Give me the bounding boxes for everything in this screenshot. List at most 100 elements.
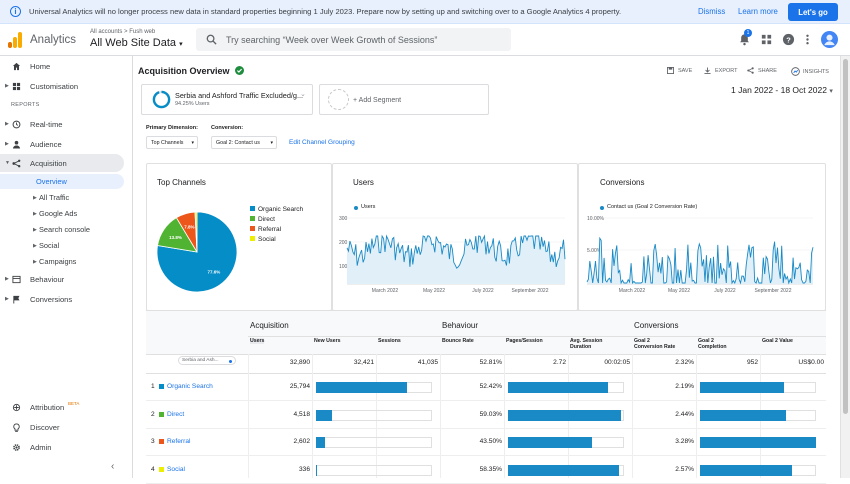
more-vert-icon[interactable] [801, 33, 814, 46]
lets-go-button[interactable]: Let's go [788, 3, 838, 21]
channel-link[interactable]: Organic Search [167, 383, 213, 390]
sidebar-item-discover[interactable]: Discover [0, 418, 124, 436]
primary-dimension-select[interactable]: Top Channels ▾ [146, 136, 198, 149]
column-header-conversion-rate[interactable]: Goal 2 Conversion Rate [634, 338, 675, 350]
caret-right-icon: ▶ [5, 296, 9, 302]
sidebar-item-all-traffic[interactable]: ▶ All Traffic [0, 190, 124, 205]
dashboard-icon [12, 82, 21, 90]
bounce-bar [508, 464, 620, 476]
column-header-users[interactable]: Users [250, 338, 265, 344]
learn-more-link[interactable]: Learn more [738, 7, 778, 16]
column-header-new-users[interactable]: New Users [314, 338, 341, 344]
save-button[interactable]: SAVE [667, 67, 692, 74]
sidebar-item-campaigns[interactable]: ▶ Campaigns [0, 254, 124, 269]
search-placeholder: Try searching “Week over Week Growth of … [226, 34, 438, 45]
pie-label: 7.8% [184, 225, 194, 230]
sidebar-item-realtime[interactable]: ▶ Real-time [0, 115, 124, 133]
property-selector[interactable]: All Web Site Data ▾ [90, 37, 183, 49]
primary-dimension-value: Top Channels [151, 139, 184, 146]
segment-chip-label: Serbia and Ash... [182, 358, 219, 363]
sidebar-item-home[interactable]: Home [0, 57, 124, 75]
column-header-avg-session-duration[interactable]: Avg. Session Duration [570, 338, 602, 350]
scrollbar-thumb[interactable] [843, 59, 848, 414]
total-gv: US$0.00 [798, 359, 824, 366]
collapse-sidebar-icon[interactable]: ‹ [111, 461, 114, 472]
x-tick-label: March 2022 [372, 288, 399, 294]
users-line-chart: 300 200 100 March 2022 May 2022 July 2022 Sept… [339, 216, 566, 294]
users-value: 336 [298, 465, 310, 473]
sidebar-item-conversions[interactable]: ▶ Conversions [0, 290, 124, 308]
conversion-value: Goal 2: Contact us [216, 139, 260, 146]
channel-link[interactable]: Social [167, 466, 185, 473]
sidebar-item-audience[interactable]: ▶ Audience [0, 135, 124, 153]
date-range-text: 1 Jan 2022 - 18 Oct 2022 [731, 85, 827, 95]
sidebar-label: Behaviour [30, 274, 65, 284]
edit-channel-grouping-link[interactable]: Edit Channel Grouping [289, 139, 355, 146]
date-range-picker[interactable]: 1 Jan 2022 - 18 Oct 2022 ▾ [731, 85, 833, 95]
row-index: 2 [151, 410, 155, 418]
acquisition-icon [12, 159, 21, 167]
notification-count: 1 [744, 29, 752, 37]
caret-right-icon: ▶ [33, 194, 37, 201]
channel-link[interactable]: Direct [167, 411, 184, 418]
add-segment-button[interactable]: + Add Segment [319, 84, 489, 115]
insights-button[interactable]: INSIGHTS [791, 67, 829, 76]
sidebar-item-admin[interactable]: Admin [0, 438, 124, 456]
x-tick-label: May 2022 [668, 288, 690, 294]
sidebar-label: All Traffic [39, 193, 70, 202]
breadcrumb[interactable]: All accounts > Fush web [90, 29, 155, 35]
export-label: EXPORT [715, 67, 738, 74]
conversion-bar [700, 409, 786, 421]
sidebar-item-customisation[interactable]: ▶ Customisation [0, 77, 124, 95]
home-icon [12, 62, 21, 70]
share-button[interactable]: SHARE [747, 67, 777, 74]
column-header-bounce-rate[interactable]: Bounce Rate [442, 338, 474, 344]
total-pps: 2.72 [553, 359, 566, 366]
conversions-card: Conversions Contact us (Goal 2 Conversio… [578, 163, 826, 311]
sidebar-label: Conversions [30, 294, 73, 304]
column-header-goal-completion[interactable]: Goal 2 Completion [698, 338, 727, 350]
caret-down-icon: ▼ [5, 160, 10, 166]
sidebar-item-acquisition[interactable]: ▼ Acquisition [0, 154, 124, 172]
conversion-rate-value: 2.19% [675, 383, 694, 390]
export-button[interactable]: EXPORT [704, 67, 738, 74]
apps-grid-icon[interactable] [760, 33, 773, 46]
channel-link[interactable]: Referral [167, 438, 190, 445]
search-input[interactable]: Try searching “Week over Week Growth of … [196, 28, 511, 51]
help-icon[interactable]: ? [782, 33, 795, 46]
legend-label: Social [258, 236, 276, 243]
column-header-sessions[interactable]: Sessions [378, 338, 401, 344]
column-header-goal-value[interactable]: Goal 2 Value [762, 338, 793, 344]
new-users-bar [316, 409, 333, 421]
new-users-bar-track [316, 464, 432, 476]
sidebar-item-social[interactable]: ▶ Social [0, 238, 124, 253]
save-label: SAVE [678, 67, 693, 74]
conversion-rate-value: 2.57% [675, 465, 694, 473]
sidebar-item-overview[interactable]: Overview [0, 174, 124, 189]
conversion-select[interactable]: Goal 2: Contact us ▾ [211, 136, 277, 149]
sidebar-item-behaviour[interactable]: ▶ Behaviour [0, 270, 124, 288]
conversion-bar [700, 464, 792, 476]
vertical-scrollbar[interactable] [840, 56, 850, 478]
legend-label: Referral [258, 226, 282, 233]
x-tick-label: July 2022 [714, 288, 736, 294]
channel-color-swatch [159, 439, 164, 444]
sidebar-item-attribution[interactable]: Attribution BETA [0, 398, 124, 416]
dismiss-link[interactable]: Dismiss [698, 7, 725, 16]
info-icon: i [10, 6, 21, 17]
sidebar-item-search-console[interactable]: ▶ Search console [0, 222, 124, 237]
avatar[interactable] [821, 31, 838, 48]
sidebar-item-google-ads[interactable]: ▶ Google Ads [0, 206, 124, 221]
verified-check-icon [235, 66, 245, 75]
segment-chip[interactable]: Serbia and Ashford Traffic Excluded/g...… [141, 84, 313, 115]
legend-label: Organic Search [258, 206, 304, 213]
clock-icon [12, 120, 21, 128]
conversion-bar [700, 382, 784, 393]
column-header-pages-session[interactable]: Pages/Session [506, 338, 543, 344]
main-content: Acquisition Overview SAVE EXPORT SHARE I… [133, 56, 840, 484]
segment-chip-small: Serbia and Ash... [178, 356, 236, 365]
conversion-rate-value: 3.28% [675, 438, 694, 445]
segment-donut-icon [152, 90, 171, 109]
pie-label: 77.6% [207, 269, 220, 274]
pie-label: 13.8% [169, 235, 182, 240]
